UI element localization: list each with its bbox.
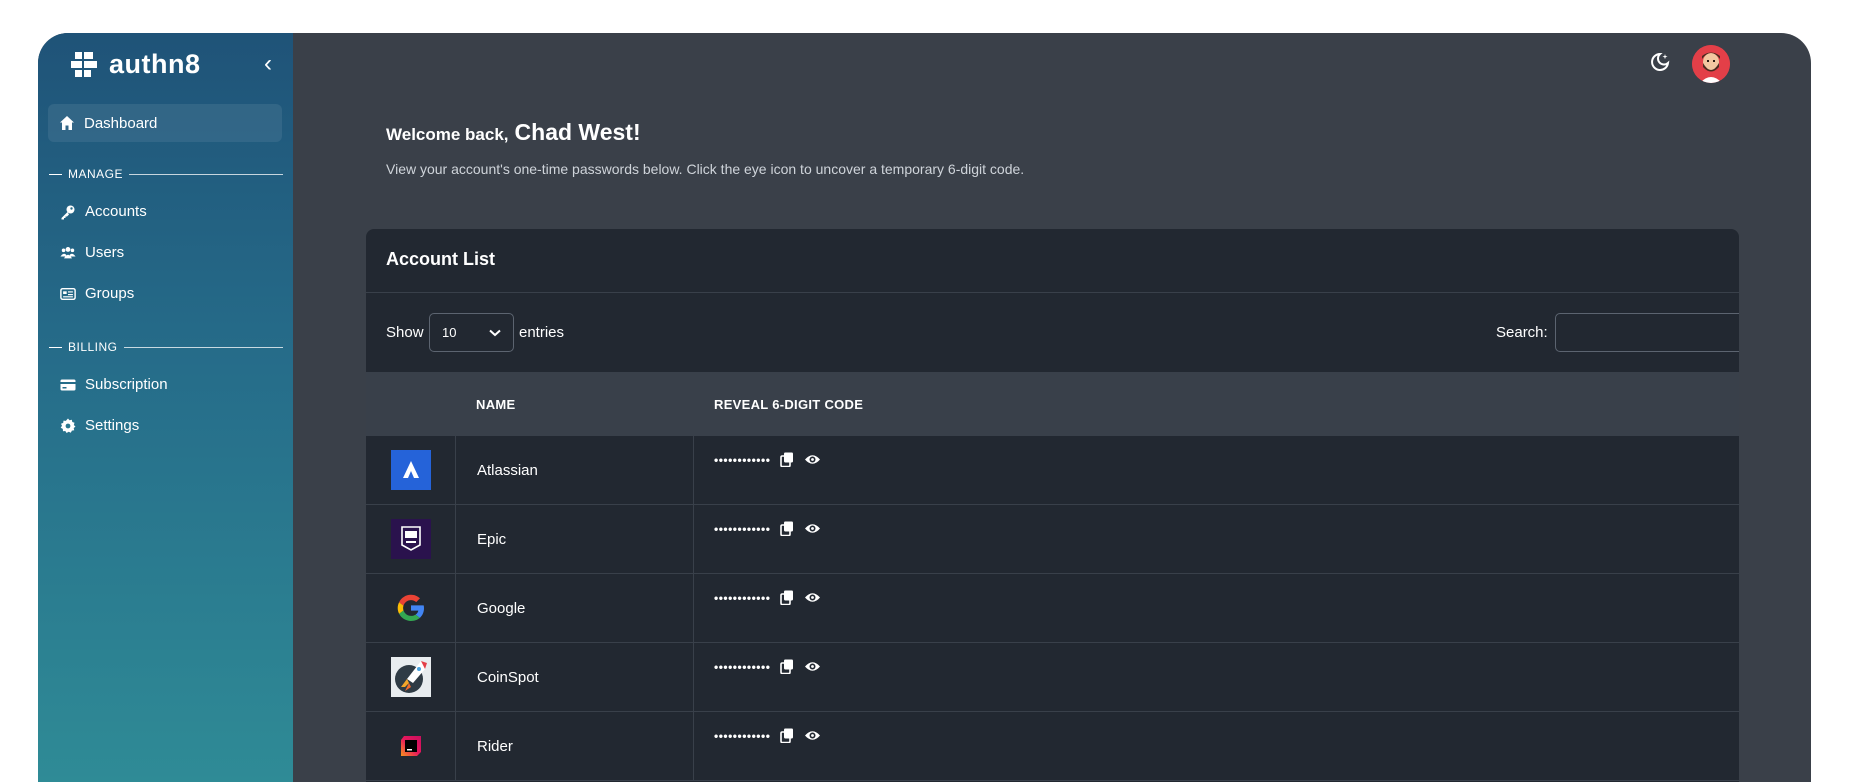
table-row: Google •••••••••••• bbox=[366, 574, 1739, 643]
search-input[interactable] bbox=[1555, 313, 1739, 352]
table-row: Epic •••••••••••• bbox=[366, 505, 1739, 574]
authn8-logo-icon bbox=[71, 51, 97, 77]
sidebar-item-settings[interactable]: Settings bbox=[60, 417, 139, 434]
account-name: Epic bbox=[477, 531, 507, 548]
section-title: BILLING bbox=[68, 340, 118, 354]
masked-code: •••••••••••• bbox=[714, 452, 771, 467]
code-cell: •••••••••••• bbox=[714, 521, 821, 536]
code-cell: •••••••••••• bbox=[714, 728, 821, 743]
eye-icon[interactable] bbox=[804, 453, 821, 466]
sidebar: authn8 ‹ Dashboard MANAGE Accounts Users… bbox=[38, 33, 293, 782]
column-header-name[interactable]: NAME bbox=[476, 397, 515, 412]
copy-icon[interactable] bbox=[780, 728, 794, 743]
eye-icon[interactable] bbox=[804, 660, 821, 673]
avatar-face-icon bbox=[1692, 45, 1730, 83]
entries-label: entries bbox=[519, 324, 565, 341]
eye-icon[interactable] bbox=[804, 729, 821, 742]
copy-icon[interactable] bbox=[780, 659, 794, 674]
atlassian-logo-icon bbox=[390, 450, 431, 490]
section-title: MANAGE bbox=[68, 167, 124, 181]
card-title: Account List bbox=[386, 249, 496, 269]
column-header-reveal-code[interactable]: REVEAL 6-DIGIT CODE bbox=[714, 397, 863, 412]
welcome-prefix: Welcome back, bbox=[386, 125, 509, 144]
sidebar-item-groups[interactable]: Groups bbox=[60, 285, 134, 302]
masked-code: •••••••••••• bbox=[714, 728, 771, 743]
account-list-card: Account List Show 10 entries Search: NAM… bbox=[366, 229, 1739, 782]
masked-code: •••••••••••• bbox=[714, 590, 771, 605]
sidebar-item-label: Dashboard bbox=[84, 114, 158, 132]
section-divider-manage: MANAGE bbox=[49, 167, 283, 181]
code-cell: •••••••••••• bbox=[714, 452, 821, 467]
rider-logo-icon bbox=[391, 726, 431, 766]
eye-icon[interactable] bbox=[804, 591, 821, 604]
google-logo-icon bbox=[391, 588, 431, 628]
entries-select[interactable]: 10 bbox=[429, 313, 514, 352]
copy-icon[interactable] bbox=[780, 452, 794, 467]
search-label: Search: bbox=[1496, 324, 1548, 341]
sidebar-item-label: Users bbox=[85, 244, 125, 261]
epic-games-logo-icon bbox=[390, 519, 431, 559]
sidebar-item-label: Subscription bbox=[85, 376, 168, 393]
table-header: NAME REVEAL 6-DIGIT CODE bbox=[366, 372, 1739, 436]
sidebar-item-label: Accounts bbox=[85, 203, 147, 220]
home-icon bbox=[60, 116, 74, 130]
brand-name: authn8 bbox=[109, 49, 201, 79]
credit-card-icon bbox=[60, 379, 76, 390]
code-cell: •••••••••••• bbox=[714, 590, 821, 605]
account-name: Rider bbox=[477, 738, 513, 755]
account-name: Atlassian bbox=[477, 462, 538, 479]
theme-toggle-moon-icon[interactable] bbox=[1649, 51, 1671, 73]
account-name: CoinSpot bbox=[477, 669, 539, 686]
user-avatar[interactable] bbox=[1692, 45, 1730, 83]
table-row: CoinSpot •••••••••••• bbox=[366, 643, 1739, 712]
collapse-sidebar-icon[interactable]: ‹ bbox=[264, 50, 272, 78]
chevron-down-icon bbox=[489, 329, 501, 336]
show-label: Show bbox=[386, 324, 424, 341]
sidebar-item-users[interactable]: Users bbox=[60, 244, 124, 261]
users-icon bbox=[60, 246, 76, 258]
coinspot-logo-icon bbox=[390, 657, 431, 697]
welcome-heading: Welcome back, Chad West! bbox=[386, 119, 641, 146]
app-window: authn8 ‹ Dashboard MANAGE Accounts Users… bbox=[38, 33, 1811, 782]
eye-icon[interactable] bbox=[804, 522, 821, 535]
masked-code: •••••••••••• bbox=[714, 659, 771, 674]
copy-icon[interactable] bbox=[780, 521, 794, 536]
id-card-icon bbox=[60, 287, 76, 300]
table-row: Atlassian •••••••••••• bbox=[366, 436, 1739, 505]
gear-icon bbox=[60, 418, 76, 433]
user-name: Chad West! bbox=[514, 119, 641, 145]
sidebar-item-subscription[interactable]: Subscription bbox=[60, 376, 168, 393]
divider bbox=[366, 292, 1739, 293]
account-name: Google bbox=[477, 600, 526, 617]
brand-logo[interactable]: authn8 bbox=[71, 49, 201, 80]
section-divider-billing: BILLING bbox=[49, 340, 283, 354]
page-subtitle: View your account's one-time passwords b… bbox=[386, 161, 1025, 177]
sidebar-item-accounts[interactable]: Accounts bbox=[60, 203, 147, 220]
table-row: Rider •••••••••••• bbox=[366, 712, 1739, 781]
code-cell: •••••••••••• bbox=[714, 659, 821, 674]
entries-select-value: 10 bbox=[442, 325, 457, 340]
sidebar-item-label: Groups bbox=[85, 285, 135, 302]
sidebar-item-label: Settings bbox=[85, 417, 140, 434]
copy-icon[interactable] bbox=[780, 590, 794, 605]
masked-code: •••••••••••• bbox=[714, 521, 771, 536]
key-icon bbox=[61, 205, 75, 219]
sidebar-item-dashboard[interactable]: Dashboard bbox=[48, 104, 282, 142]
